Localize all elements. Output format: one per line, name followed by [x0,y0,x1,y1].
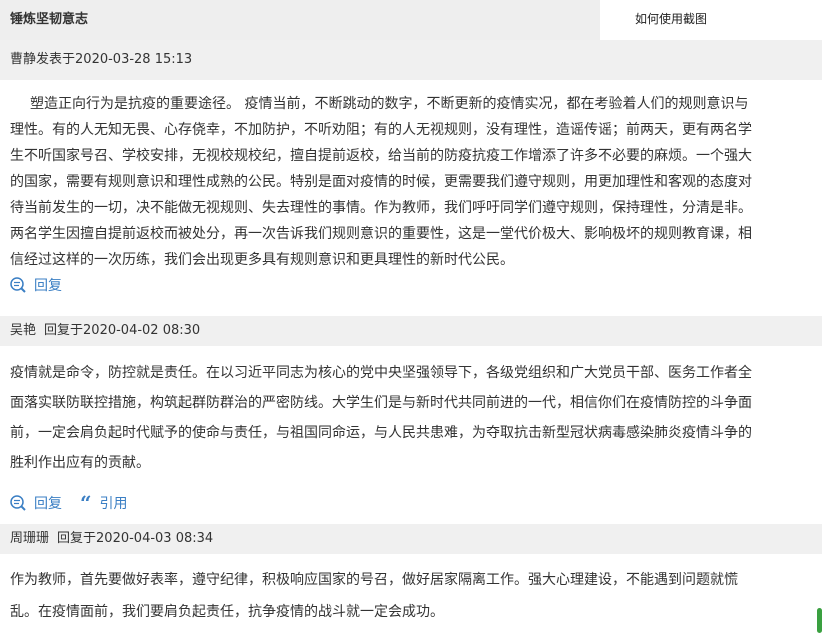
screenshot-help-link[interactable]: 如何使用截图 [600,0,822,40]
post-author[interactable]: 周珊珊 [10,531,49,546]
quote-label: 引用 [99,496,128,512]
reply-label: 回复 [34,496,62,512]
topbar: 锤炼坚韧意志 如何使用截图 [0,0,822,40]
scrollbar-thumb[interactable] [817,608,822,633]
post-body-line: 疫情就是命令，防控就是责任。在以习近平同志为核心的党中央坚强领导下，各级党组织和… [10,365,752,381]
comment-bubble-icon [10,495,26,511]
post-header: 吴艳 回复于2020-04-02 08:30 [0,316,822,346]
post-author[interactable]: 吴艳 [10,323,36,338]
post-header: 曹静发表于2020-03-28 15:13 [0,40,822,80]
reply-label: 回复 [34,278,62,294]
post-actions: 回复 [10,275,80,295]
post-timestamp: 2020-04-02 08:30 [83,323,201,338]
post-action-label: 回复于 [57,531,97,546]
post-body: 塑造正向行为是抗疫的重要途径。 疫情当前，不断跳动的数字，不断更新的疫情实况，都… [10,91,810,273]
post-body-line: 胜利作出应有的贡献。 [10,455,150,471]
post-body-line: 的国家，需要有规则意识和理性成熟的公民。特别是面对疫情的时候，更需要我们遵守规则… [10,174,752,190]
post-timestamp: 2020-04-03 08:34 [96,531,214,546]
post-body-line: 待当前发生的一切，决不能做无视规则、失去理性的事情。作为教师，我们呼吁同学们遵守… [10,200,752,216]
post-body: 作为教师，首先要做好表率，遵守纪律，积极响应国家的号召，做好居家隔离工作。强大心… [10,564,810,628]
post-body-line: 面落实联防联控措施，构筑起群防群治的严密防线。大学生们是与新时代共同前进的一代，… [10,395,752,411]
reply-button[interactable]: 回复 [10,275,62,295]
post-body-line: 理性。有的人无知无畏、心存侥幸，不加防护，不听劝阻；有的人无视规则，没有理性，造… [10,122,752,138]
reply-button[interactable]: 回复 [10,493,62,513]
post-body-line: 生不听国家号召、学校安排，无视校规校纪，擅自提前返校，给当前的防疫抗疫工作增添了… [10,148,752,164]
post-actions: 回复 “ 引用 [10,493,146,513]
post-body-line: 信经过这样的一次历练，我们会出现更多具有规则意识和更具理性的新时代公民。 [10,252,514,268]
post-timestamp: 2020-03-28 15:13 [75,52,193,67]
post-body-line: 前，一定会肩负起时代赋予的使命与责任，与祖国同命运，与人民共患难，为夺取抗击新型… [10,425,752,441]
quote-icon: “ [80,491,92,515]
quote-button[interactable]: “ 引用 [80,493,128,513]
post-author[interactable]: 曹静 [10,52,36,67]
post-action-label: 回复于 [44,323,84,338]
post-body: 疫情就是命令，防控就是责任。在以习近平同志为核心的党中央坚强领导下，各级党组织和… [10,358,810,478]
post-body-line: 作为教师，首先要做好表率，遵守纪律，积极响应国家的号召，做好居家隔离工作。强大心… [10,572,738,588]
topic-title: 锤炼坚韧意志 [0,0,600,40]
post-body-line: 两名学生因擅自提前返校而被处分，再一次告诉我们规则意识的重要性，这是一堂代价极大… [10,226,752,242]
comment-bubble-icon [10,277,26,293]
post-body-line: 塑造正向行为是抗疫的重要途径。 疫情当前，不断跳动的数字，不断更新的疫情实况，都… [30,96,749,112]
post-body-line: 乱。在疫情面前，我们要肩负起责任，抗争疫情的战斗就一定会成功。 [10,604,444,620]
post-header: 周珊珊 回复于2020-04-03 08:34 [0,524,822,554]
post-action-label: 发表于 [36,52,76,67]
